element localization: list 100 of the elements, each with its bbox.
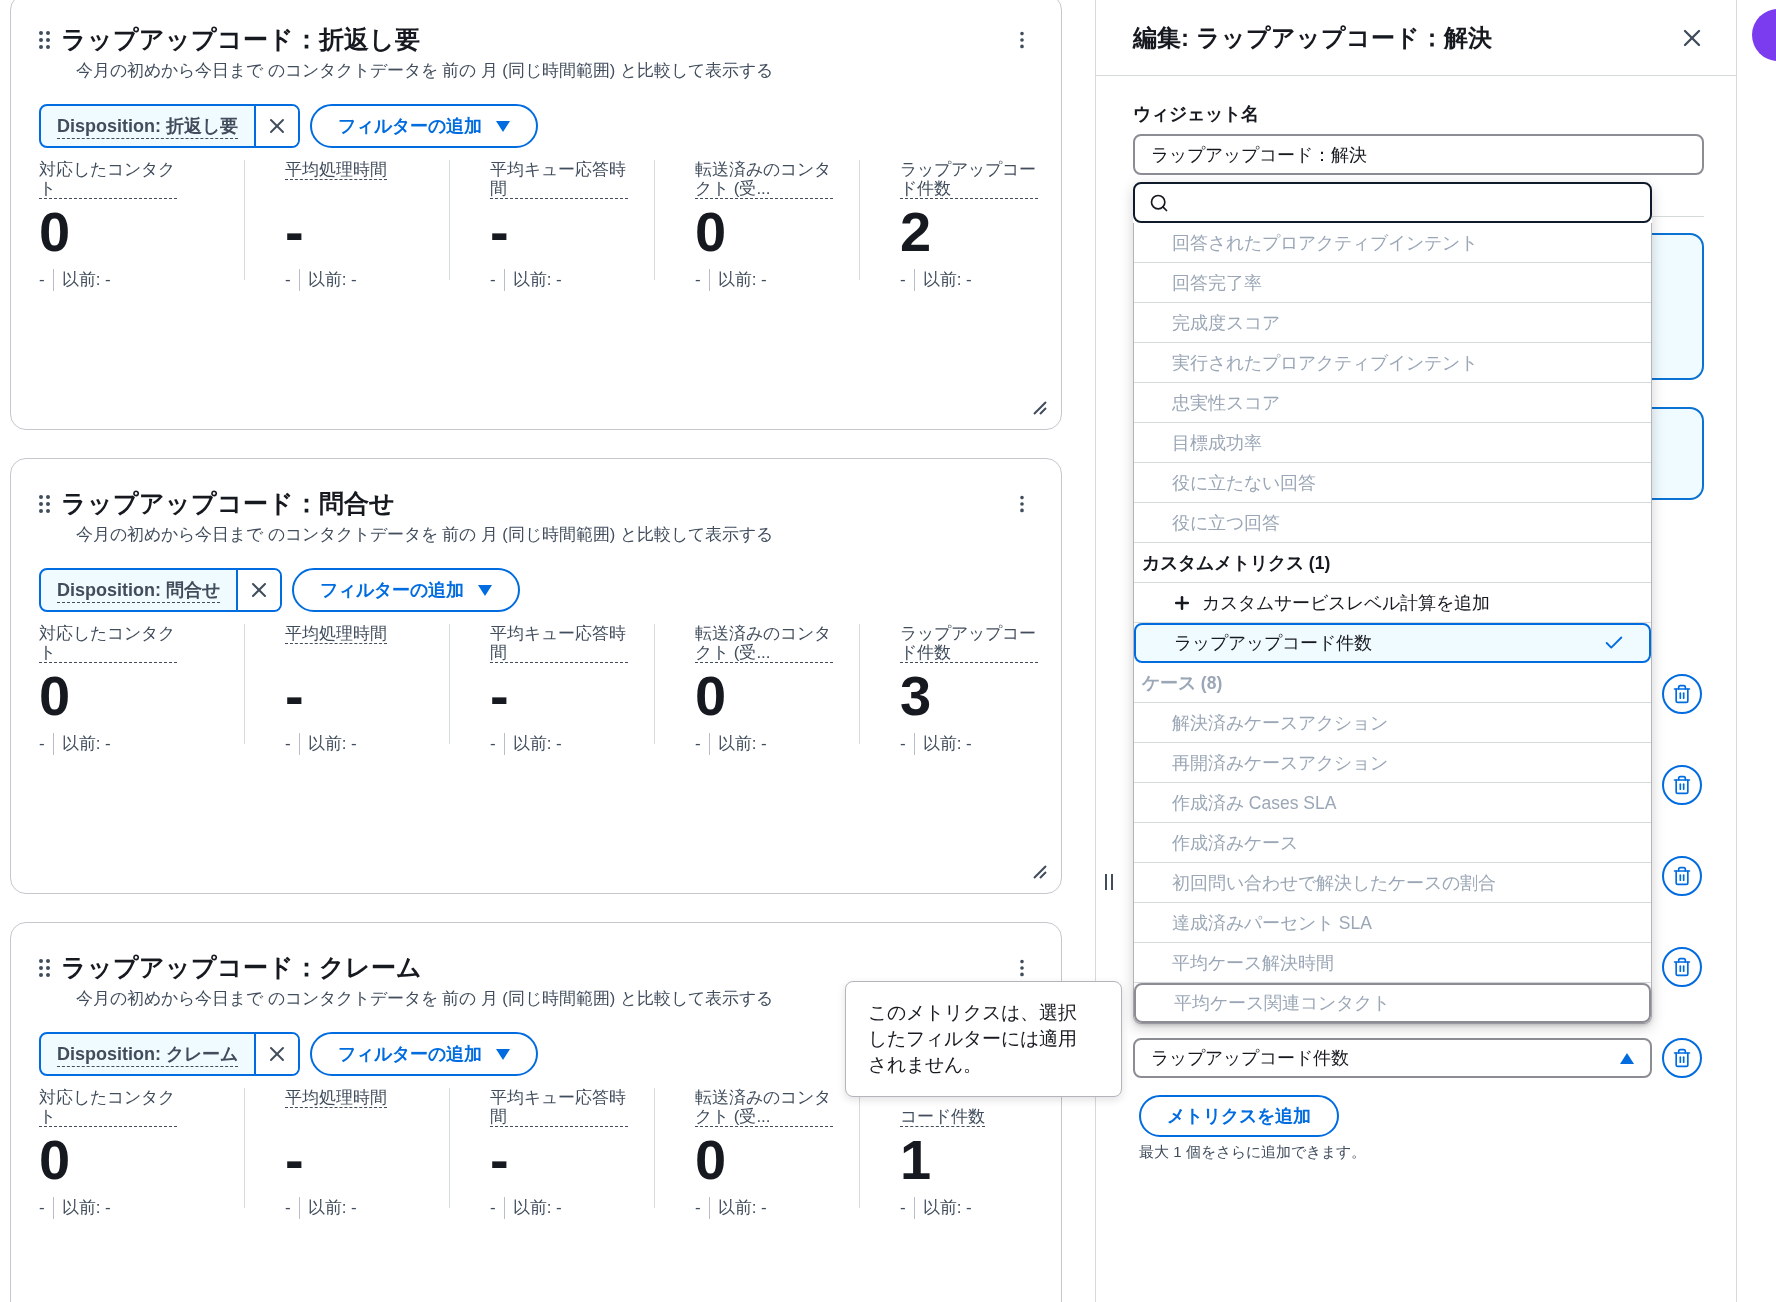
metric-value: 1 — [900, 1130, 933, 1190]
metric-value: 0 — [39, 202, 72, 262]
metric-change: - — [695, 1197, 701, 1218]
metric-label[interactable]: コード件数 — [900, 1107, 985, 1127]
trash-icon — [1672, 866, 1692, 886]
search-field[interactable] — [1133, 182, 1652, 223]
metric-value: 2 — [900, 202, 933, 262]
resize-handle-icon[interactable] — [1033, 865, 1047, 879]
metric-change: - — [39, 1197, 45, 1218]
metric-value: 0 — [695, 1130, 728, 1190]
previous-value: 以前: - — [922, 269, 972, 291]
metric-value: - — [285, 666, 305, 726]
metric-label[interactable]: 平均キュー応答時間 — [490, 1088, 628, 1127]
widget-description: 今月の初めから今日まで のコンタクトデータを 前の 月 (同じ時間範囲) と比較して表示する — [76, 524, 774, 545]
metric-value: - — [285, 202, 305, 262]
metric-change: - — [695, 733, 701, 754]
remove-filter-button[interactable] — [254, 1034, 298, 1074]
previous-value: 以前: - — [61, 1197, 111, 1219]
metric-value: 0 — [695, 666, 728, 726]
metric-change: - — [900, 269, 906, 290]
delete-button[interactable] — [1662, 1038, 1702, 1078]
previous-value: 以前: - — [307, 1197, 357, 1219]
metric-label[interactable]: 転送済みのコンタクト (受... — [695, 624, 833, 663]
previous-value: 以前: - — [717, 1197, 767, 1219]
previous-value: 以前: - — [307, 733, 357, 755]
tooltip: このメトリクスは、選択したフィルターには適用されません。 — [845, 981, 1122, 1097]
add-filter-button[interactable]: フィルターの追加 — [310, 1032, 538, 1076]
widget-title: ラップアップコード：折返し要 — [61, 24, 421, 55]
metric-value: - — [490, 666, 510, 726]
search-icon — [1149, 192, 1169, 213]
metric-value: 0 — [695, 202, 728, 262]
metric-select[interactable]: ラップアップコード件数 — [1133, 1038, 1652, 1078]
field-label: ウィジェット名 — [1133, 103, 1260, 126]
metric-value: - — [490, 202, 510, 262]
helper-text: 最大 1 個をさらに追加できます。 — [1139, 1143, 1367, 1162]
widget-description: 今月の初めから今日まで のコンタクトデータを 前の 月 (同じ時間範囲) と比較して表示する — [76, 988, 774, 1009]
resize-handle-icon[interactable] — [1033, 401, 1047, 415]
previous-value: 以前: - — [922, 1197, 972, 1219]
panel-title: 編集: ラップアップコード：解決 — [1133, 22, 1492, 53]
filter-token-label: Disposition: クレーム — [41, 1034, 254, 1074]
metric-label[interactable]: 平均処理時間 — [285, 624, 387, 644]
delete-button[interactable] — [1662, 856, 1702, 896]
delete-button[interactable] — [1662, 674, 1702, 714]
trash-icon — [1672, 684, 1692, 704]
metric-label[interactable]: 転送済みのコンタクト (受... — [695, 1088, 833, 1127]
previous-value: 以前: - — [512, 269, 562, 291]
previous-value: 以前: - — [61, 733, 111, 755]
metric-value: 0 — [39, 1130, 72, 1190]
metric-label[interactable]: 平均処理時間 — [285, 160, 387, 180]
metric-label[interactable]: 対応したコンタクト — [39, 1088, 177, 1127]
metric-value: 3 — [900, 666, 933, 726]
delete-button[interactable] — [1662, 765, 1702, 805]
drag-handle-icon[interactable] — [39, 958, 51, 977]
previous-value: 以前: - — [307, 269, 357, 291]
metric-change: - — [285, 1197, 291, 1218]
caret-down-icon — [496, 120, 510, 132]
remove-filter-button[interactable] — [254, 106, 298, 146]
remove-filter-button[interactable] — [236, 570, 280, 610]
caret-down-icon — [478, 584, 492, 596]
add-filter-button[interactable]: フィルターの追加 — [292, 568, 520, 612]
caret-up-icon — [1620, 1052, 1634, 1064]
add-metric-button[interactable]: メトリクスを追加 — [1139, 1095, 1339, 1137]
trash-icon — [1672, 957, 1692, 977]
metric-label[interactable]: ラップアップコード件数 — [900, 624, 1038, 663]
widget-title: ラップアップコード：問合せ — [61, 488, 396, 519]
metric-label[interactable]: 対応したコンタクト — [39, 160, 177, 199]
metric-change: - — [285, 733, 291, 754]
metric-label[interactable]: 平均キュー応答時間 — [490, 160, 628, 199]
trash-icon — [1672, 1048, 1692, 1068]
widget-description: 今月の初めから今日まで のコンタクトデータを 前の 月 (同じ時間範囲) と比較して表示する — [76, 60, 774, 81]
dropdown-option[interactable]: ラップアップコード件数 — [1134, 623, 1651, 663]
add-filter-button[interactable]: フィルターの追加 — [310, 104, 538, 148]
metric-label[interactable]: ラップアップコード件数 — [900, 160, 1038, 199]
metric-value: 0 — [39, 666, 72, 726]
drag-handle-icon[interactable] — [39, 30, 51, 49]
filter-token-label: Disposition: 問合せ — [41, 570, 236, 610]
metric-change: - — [39, 269, 45, 290]
delete-button[interactable] — [1662, 947, 1702, 987]
filter-token-label: Disposition: 折返し要 — [41, 106, 254, 146]
previous-value: 以前: - — [717, 733, 767, 755]
metric-change: - — [285, 269, 291, 290]
widget-name-input[interactable]: ラップアップコード：解決 — [1133, 134, 1704, 175]
metric-value: - — [285, 1130, 305, 1190]
panel-resize-handle-icon[interactable] — [1105, 874, 1113, 890]
metric-label[interactable]: 平均キュー応答時間 — [490, 624, 628, 663]
group-header: ケース (8) — [1134, 663, 1651, 703]
previous-value: 以前: - — [61, 269, 111, 291]
metric-label[interactable]: 転送済みのコンタクト (受... — [695, 160, 833, 199]
previous-value: 以前: - — [717, 269, 767, 291]
caret-down-icon — [496, 1048, 510, 1060]
drag-handle-icon[interactable] — [39, 494, 51, 513]
group-header: カスタムメトリクス (1) — [1134, 543, 1651, 583]
metric-change: - — [490, 733, 496, 754]
metric-label[interactable]: 対応したコンタクト — [39, 624, 177, 663]
metric-change: - — [900, 1197, 906, 1218]
metric-change: - — [490, 269, 496, 290]
metric-change: - — [39, 733, 45, 754]
metric-label[interactable]: 平均処理時間 — [285, 1088, 387, 1108]
metric-value: - — [490, 1130, 510, 1190]
metric-change: - — [490, 1197, 496, 1218]
